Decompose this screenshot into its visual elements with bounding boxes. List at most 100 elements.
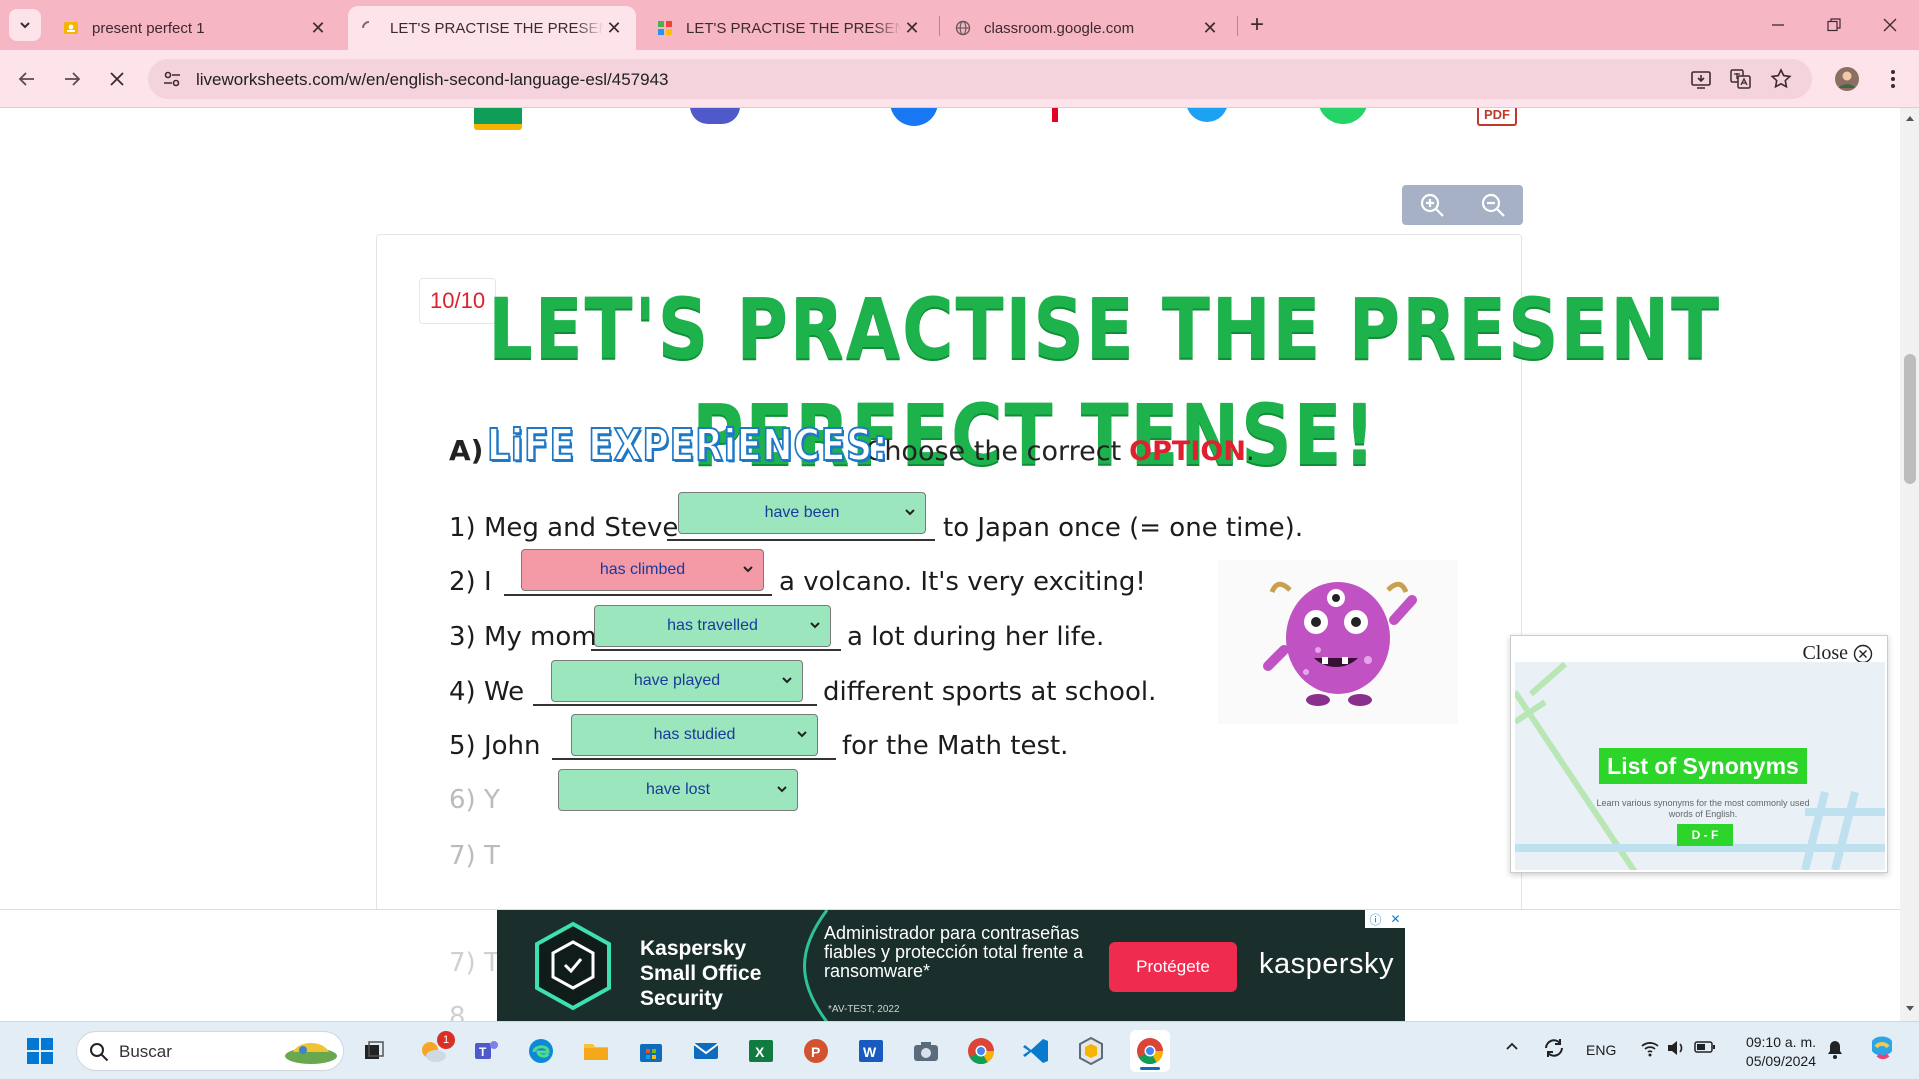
sync-icon[interactable] <box>1542 1036 1566 1060</box>
zoom-in-icon[interactable] <box>1419 192 1445 218</box>
battery-icon[interactable] <box>1694 1040 1716 1054</box>
chrome-active-icon[interactable] <box>1130 1030 1170 1072</box>
search-highlight-illustration <box>285 1043 337 1064</box>
copilot-icon[interactable] <box>1866 1033 1898 1065</box>
question-2-start: 2) I <box>449 567 492 597</box>
pinterest-share-icon[interactable] <box>1052 108 1066 122</box>
taskbar-search[interactable]: Buscar <box>76 1031 344 1071</box>
answer-select-6[interactable]: have lost <box>558 769 798 811</box>
close-tab-icon[interactable]: ✕ <box>604 18 624 39</box>
synonyms-ad-banner[interactable]: List of Synonyms Learn various synonyms … <box>1515 662 1885 870</box>
new-tab-button[interactable]: + <box>1241 9 1273 41</box>
back-button[interactable] <box>11 63 43 95</box>
question-6-start: 6) Y <box>449 785 500 815</box>
svg-text:T: T <box>479 1045 487 1059</box>
excel-icon[interactable]: X <box>745 1035 777 1067</box>
teams-share-icon[interactable] <box>690 108 740 124</box>
info-icon[interactable]: ⓘ <box>1369 911 1381 928</box>
answer-select-5[interactable]: has studied <box>571 714 818 756</box>
selected-answer: have been <box>764 504 840 521</box>
pdf-download-icon[interactable]: PDF <box>1477 108 1517 126</box>
scrollbar-thumb[interactable] <box>1904 354 1916 484</box>
arrow-right-icon <box>65 72 81 86</box>
volume-icon[interactable] <box>1666 1039 1686 1057</box>
url-text[interactable]: liveworksheets.com/w/en/english-second-l… <box>196 70 669 90</box>
twitter-share-icon[interactable] <box>1186 108 1228 122</box>
ad-cta-button[interactable]: Protégete <box>1109 942 1237 992</box>
file-explorer-icon[interactable] <box>580 1035 612 1067</box>
ad-choices[interactable]: ⓘ ✕ <box>1365 910 1405 928</box>
tab-worksheet-active[interactable]: LET'S PRACTISE THE PRESENT PERFECT TENSE… <box>348 6 636 50</box>
tab-search-button[interactable] <box>9 9 41 41</box>
chevron-down-icon <box>782 677 792 684</box>
question-5-start: 5) John <box>449 731 541 761</box>
address-bar[interactable]: liveworksheets.com/w/en/english-second-l… <box>148 59 1812 99</box>
chevron-down-icon <box>810 622 820 629</box>
close-window-button[interactable] <box>1874 9 1906 41</box>
wifi-icon[interactable] <box>1640 1039 1660 1057</box>
answer-line <box>591 649 841 651</box>
tab-title: LET'S PRACTISE THE PRESENT PERFECT TENSE… <box>686 19 902 37</box>
close-icon <box>1883 18 1897 32</box>
install-app-icon[interactable] <box>1690 68 1712 90</box>
loading-spinner-icon <box>360 19 378 37</box>
question-1-end: to Japan once (= one time). <box>943 513 1304 543</box>
start-button[interactable] <box>24 1035 56 1067</box>
tray-overflow-icon[interactable] <box>1504 1038 1520 1054</box>
language-indicator[interactable]: ENG <box>1586 1042 1616 1058</box>
selected-answer: have played <box>633 672 721 689</box>
app-hexagon-icon[interactable] <box>1075 1035 1107 1067</box>
answer-select-1[interactable]: have been <box>678 492 926 534</box>
scroll-up-icon <box>1906 116 1914 121</box>
bookmark-star-icon[interactable] <box>1770 68 1792 90</box>
close-tab-icon[interactable]: ✕ <box>902 18 922 39</box>
close-tab-icon[interactable]: ✕ <box>1200 18 1220 39</box>
brand-line-3: Security <box>640 987 723 1010</box>
score-badge: 10/10 <box>419 278 497 324</box>
worksheet-title-line1: LET'S PRACTISE THE PRESENT <box>488 280 1721 378</box>
clock-date: 05/09/2024 <box>1745 1053 1816 1069</box>
answer-select-4[interactable]: have played <box>551 660 803 702</box>
tab-classroom[interactable]: classroom.google.com ✕ <box>942 6 1232 50</box>
site-settings-icon[interactable] <box>162 69 182 89</box>
page-scrollbar[interactable] <box>1900 108 1919 1021</box>
weather-widget-icon[interactable]: 1 <box>417 1031 455 1067</box>
teams-icon[interactable]: T <box>470 1035 502 1067</box>
task-view-icon[interactable] <box>358 1035 390 1067</box>
minimize-button[interactable] <box>1762 9 1794 41</box>
word-icon[interactable]: W <box>855 1035 887 1067</box>
profile-avatar[interactable] <box>1831 63 1863 95</box>
vscode-icon[interactable] <box>1020 1035 1052 1067</box>
answer-select-3[interactable]: has travelled <box>594 605 831 647</box>
tab-worksheet-2[interactable]: LET'S PRACTISE THE PRESENT PERFECT TENSE… <box>644 6 934 50</box>
tab-present-perfect-1[interactable]: present perfect 1 ✕ <box>50 6 340 50</box>
browser-menu-button[interactable] <box>1877 63 1909 95</box>
stop-loading-button[interactable] <box>101 63 133 95</box>
mail-icon[interactable] <box>690 1035 722 1067</box>
edge-icon[interactable] <box>525 1035 557 1067</box>
facebook-share-icon[interactable] <box>890 108 938 126</box>
kaspersky-shield-icon <box>535 921 611 1011</box>
zoom-out-icon[interactable] <box>1480 192 1506 218</box>
system-clock[interactable]: 09:10 a. m. 05/09/2024 <box>1728 1033 1816 1071</box>
close-icon[interactable]: ✕ <box>1390 912 1400 926</box>
whatsapp-share-icon[interactable] <box>1318 108 1368 124</box>
powerpoint-icon[interactable]: P <box>800 1035 832 1067</box>
floating-ad-popup: Close List of Synonyms Learn various syn… <box>1510 635 1888 873</box>
store-icon[interactable] <box>635 1035 667 1067</box>
scroll-down-icon <box>1906 1006 1914 1011</box>
restore-button[interactable] <box>1818 9 1850 41</box>
chrome-icon[interactable] <box>965 1035 997 1067</box>
kaspersky-logo: kaspersky <box>1259 948 1395 980</box>
kaspersky-ad[interactable]: Kaspersky Small Office Security Administ… <box>497 910 1405 1022</box>
google-classroom-share-icon[interactable] <box>474 108 522 130</box>
close-tab-icon[interactable]: ✕ <box>308 18 328 39</box>
answer-line <box>533 704 817 706</box>
notification-bell-icon[interactable] <box>1826 1039 1844 1059</box>
svg-text:P: P <box>811 1044 820 1060</box>
camera-icon[interactable] <box>910 1035 942 1067</box>
translate-icon[interactable] <box>1730 68 1752 90</box>
brand-line-2: Small Office <box>640 962 762 985</box>
answer-select-2[interactable]: has climbed <box>521 549 764 591</box>
forward-button[interactable] <box>56 63 88 95</box>
